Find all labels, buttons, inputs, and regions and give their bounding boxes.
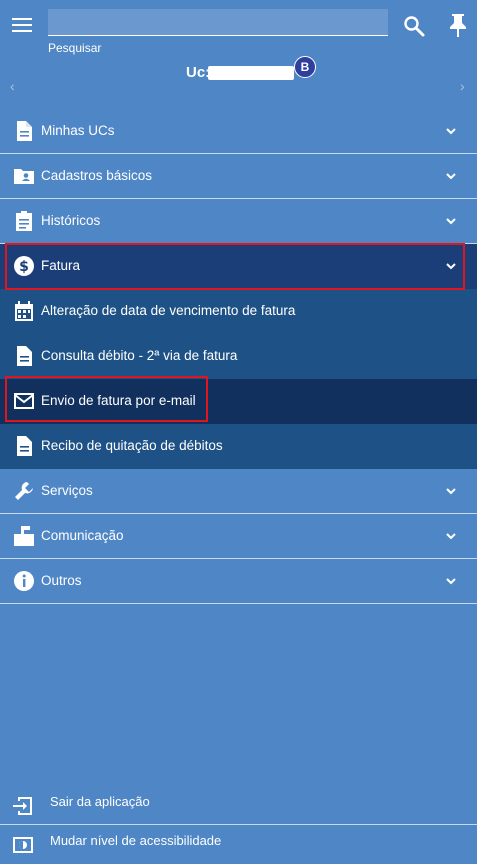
document-icon bbox=[13, 120, 35, 142]
menu-item-label: Fatura bbox=[41, 258, 81, 273]
mailbox-icon bbox=[13, 525, 35, 547]
uc-number-redacted bbox=[208, 66, 294, 80]
chevron-down-icon bbox=[445, 123, 457, 139]
folder-user-icon bbox=[13, 165, 35, 187]
menu-item-label: Cadastros básicos bbox=[41, 168, 153, 183]
menu-item-historicos[interactable]: Históricos bbox=[0, 199, 477, 244]
menu-icon[interactable] bbox=[12, 18, 32, 34]
chevron-down-icon bbox=[445, 528, 457, 544]
accessibility-label: Mudar nível de acessibilidade bbox=[50, 833, 222, 848]
menu-item-label: Serviços bbox=[41, 483, 93, 498]
menu-item-servicos[interactable]: Serviços bbox=[0, 469, 477, 514]
logout-icon bbox=[12, 795, 34, 817]
submenu-item-label: Envio de fatura por e-mail bbox=[41, 393, 196, 408]
accessibility-icon bbox=[12, 834, 34, 856]
menu-item-comunicacao[interactable]: Comunicação bbox=[0, 514, 477, 559]
menu-item-label: Comunicação bbox=[41, 528, 124, 543]
chevron-down-icon bbox=[445, 483, 457, 499]
chevron-right-icon[interactable]: › bbox=[460, 78, 465, 94]
logout-label: Sair da aplicação bbox=[50, 794, 150, 809]
main-menu: Minhas UCs Cadastros básicos Históricos … bbox=[0, 109, 477, 604]
menu-item-fatura[interactable]: $ Fatura bbox=[0, 244, 477, 289]
logout-button[interactable]: Sair da aplicação bbox=[0, 786, 477, 824]
menu-item-cadastros-basicos[interactable]: Cadastros básicos bbox=[0, 154, 477, 199]
document-icon bbox=[13, 345, 35, 367]
chevron-down-icon bbox=[445, 168, 457, 184]
chevron-left-icon[interactable]: ‹ bbox=[10, 78, 15, 94]
wrench-icon bbox=[13, 480, 35, 502]
submenu-item-consulta-debito[interactable]: Consulta débito - 2ª via de fatura bbox=[0, 334, 477, 379]
accessibility-button[interactable]: Mudar nível de acessibilidade bbox=[0, 825, 477, 863]
mail-icon bbox=[13, 390, 35, 412]
calendar-icon bbox=[13, 300, 35, 322]
submenu-item-label: Recibo de quitação de débitos bbox=[41, 438, 223, 453]
search-icon[interactable] bbox=[402, 14, 426, 38]
svg-text:$: $ bbox=[19, 259, 29, 275]
dollar-circle-icon: $ bbox=[13, 255, 35, 277]
uc-label: Uc: bbox=[186, 64, 211, 81]
uc-badge[interactable]: B bbox=[294, 56, 316, 78]
menu-item-label: Minhas UCs bbox=[41, 123, 115, 138]
submenu-item-label: Alteração de data de vencimento de fatur… bbox=[41, 303, 296, 318]
chevron-down-icon bbox=[445, 573, 457, 589]
footer: Sair da aplicação Mudar nível de acessib… bbox=[0, 786, 477, 863]
submenu-item-alteracao-vencimento[interactable]: Alteração de data de vencimento de fatur… bbox=[0, 289, 477, 334]
chevron-down-icon bbox=[445, 213, 457, 229]
submenu-item-envio-fatura-email[interactable]: Envio de fatura por e-mail bbox=[0, 379, 477, 424]
submenu-item-recibo-quitacao[interactable]: Recibo de quitação de débitos bbox=[0, 424, 477, 469]
document-icon bbox=[13, 435, 35, 457]
clipboard-icon bbox=[13, 210, 35, 232]
menu-item-outros[interactable]: Outros bbox=[0, 559, 477, 604]
info-icon bbox=[13, 570, 35, 592]
top-bar: Pesquisar bbox=[0, 0, 477, 60]
menu-item-label: Outros bbox=[41, 573, 82, 588]
menu-item-label: Históricos bbox=[41, 213, 101, 228]
search-input[interactable] bbox=[48, 9, 388, 36]
search-label: Pesquisar bbox=[48, 41, 102, 55]
pin-icon[interactable] bbox=[446, 12, 470, 38]
chevron-down-icon bbox=[445, 258, 457, 274]
uc-selector: ‹ Uc: B › bbox=[0, 56, 477, 108]
menu-item-minhas-ucs[interactable]: Minhas UCs bbox=[0, 109, 477, 154]
submenu-item-label: Consulta débito - 2ª via de fatura bbox=[41, 348, 238, 363]
